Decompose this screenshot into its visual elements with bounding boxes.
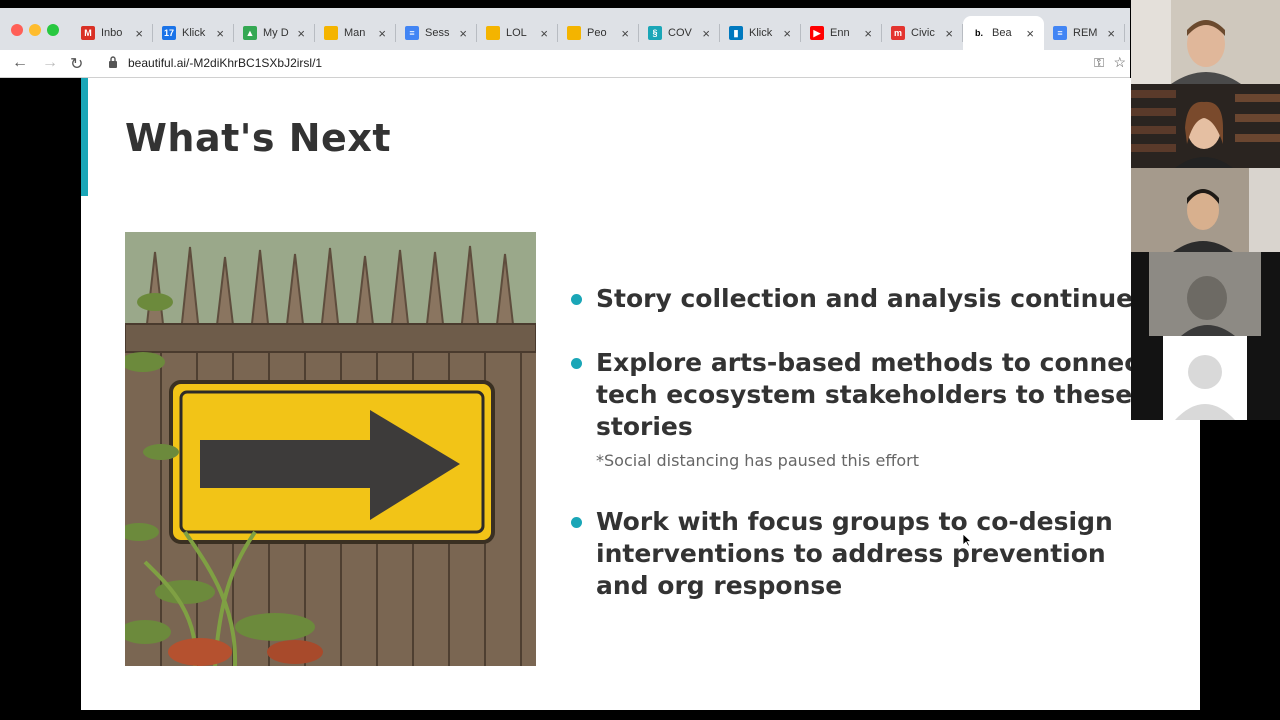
close-tab-icon[interactable]: × bbox=[1026, 26, 1034, 41]
bullet-text: Work with focus groups to co-design inte… bbox=[596, 507, 1113, 600]
bullet-text: Explore arts-based methods to connect te… bbox=[596, 348, 1151, 441]
slides-icon bbox=[324, 26, 338, 40]
close-tab-icon[interactable]: × bbox=[297, 26, 305, 41]
participant-avatar-placeholder[interactable] bbox=[1131, 336, 1280, 420]
lock-icon[interactable] bbox=[108, 56, 118, 71]
mouse-cursor-icon bbox=[962, 533, 973, 550]
arrow-sign-image bbox=[125, 232, 536, 666]
browser-tab[interactable]: 17 Klick × bbox=[153, 16, 234, 50]
tab-title: Peo bbox=[587, 27, 607, 39]
trello-icon: ▮ bbox=[729, 26, 743, 40]
close-tab-icon[interactable]: × bbox=[135, 26, 143, 41]
close-tab-icon[interactable]: × bbox=[621, 26, 629, 41]
bullet-item: Story collection and analysis continues bbox=[571, 283, 1151, 315]
close-tab-icon[interactable]: × bbox=[783, 26, 791, 41]
close-window-button[interactable] bbox=[11, 24, 23, 36]
browser-tab[interactable]: ▶ Enn × bbox=[801, 16, 882, 50]
maximize-window-button[interactable] bbox=[47, 24, 59, 36]
drive-icon: ▲ bbox=[243, 26, 257, 40]
browser-tab[interactable]: b. Bea × bbox=[963, 16, 1044, 50]
forward-arrow-icon[interactable]: → bbox=[42, 54, 58, 72]
participant-video[interactable] bbox=[1131, 84, 1280, 168]
bullet-dot-icon bbox=[571, 517, 582, 528]
bullet-footnote: *Social distancing has paused this effor… bbox=[596, 451, 919, 470]
browser-tab[interactable]: ▮ Klick × bbox=[720, 16, 801, 50]
bookmark-star-icon[interactable]: ☆ bbox=[1113, 54, 1126, 71]
close-tab-icon[interactable]: × bbox=[702, 26, 710, 41]
docs-icon: ≡ bbox=[405, 26, 419, 40]
address-bar: ← → ↻ beautiful.ai/-M2diKhrBC1SXbJ2irsl/… bbox=[0, 50, 1130, 78]
bullet-dot-icon bbox=[571, 358, 582, 369]
tab-title: My D bbox=[263, 27, 289, 39]
participant-video[interactable] bbox=[1131, 0, 1280, 84]
browser-tab[interactable]: Man × bbox=[315, 16, 396, 50]
close-tab-icon[interactable]: × bbox=[378, 26, 386, 41]
bullet-item: Explore arts-based methods to connect te… bbox=[571, 347, 1151, 443]
url-field[interactable]: beautiful.ai/-M2diKhrBC1SXbJ2irsl/1 bbox=[128, 56, 322, 70]
tab-title: Sess bbox=[425, 27, 450, 39]
tab-title: REM bbox=[1073, 27, 1098, 39]
browser-tab[interactable]: § COV × bbox=[639, 16, 720, 50]
miro-icon: m bbox=[891, 26, 905, 40]
youtube-icon: ▶ bbox=[810, 26, 824, 40]
reload-icon[interactable]: ↻ bbox=[70, 54, 83, 74]
tab-title: LOL bbox=[506, 27, 527, 39]
browser-tab[interactable]: M Inbo × bbox=[72, 16, 153, 50]
link-icon: § bbox=[648, 26, 662, 40]
close-tab-icon[interactable]: × bbox=[864, 26, 872, 41]
tab-title: Klick bbox=[182, 27, 206, 39]
bullet-list: Story collection and analysis continues … bbox=[571, 283, 1151, 602]
back-arrow-icon[interactable]: ← bbox=[12, 54, 28, 72]
key-icon[interactable]: ⚿ bbox=[1094, 55, 1104, 71]
tab-title: Bea bbox=[992, 27, 1012, 39]
tab-title: Civic bbox=[911, 27, 935, 39]
close-tab-icon[interactable]: × bbox=[945, 26, 953, 41]
gmail-icon: M bbox=[81, 26, 95, 40]
browser-tab[interactable]: Peo × bbox=[558, 16, 639, 50]
tab-title: COV bbox=[668, 27, 692, 39]
participant-video[interactable] bbox=[1131, 252, 1280, 336]
participant-video[interactable] bbox=[1131, 168, 1280, 252]
close-tab-icon[interactable]: × bbox=[540, 26, 548, 41]
browser-tab[interactable]: ▲ My D × bbox=[234, 16, 315, 50]
tab-title: Enn bbox=[830, 27, 850, 39]
docs-icon: ≡ bbox=[1053, 26, 1067, 40]
title-accent-bar bbox=[81, 78, 88, 196]
screen: M Inbo × 17 Klick × ▲ My D × Man × ≡ Sess × LOL × Peo × § C… bbox=[0, 0, 1280, 720]
calendar-icon: 17 bbox=[162, 26, 176, 40]
browser-tab[interactable]: m Civic × bbox=[882, 16, 963, 50]
close-tab-icon[interactable]: × bbox=[216, 26, 224, 41]
tab-title: Inbo bbox=[101, 27, 123, 39]
arrow-sign-photo bbox=[125, 232, 536, 666]
tab-title: Man bbox=[344, 27, 366, 39]
close-tab-icon[interactable]: × bbox=[1107, 26, 1115, 41]
slides-icon bbox=[486, 26, 500, 40]
presentation-slide: What's Next Story collection and analysi… bbox=[81, 78, 1200, 710]
slide-title: What's Next bbox=[125, 116, 392, 160]
bullet-text: Story collection and analysis continues bbox=[596, 284, 1149, 313]
browser-tabs: M Inbo × 17 Klick × ▲ My D × Man × ≡ Sess × LOL × Peo × § C… bbox=[72, 16, 1125, 50]
browser-tab-bar: M Inbo × 17 Klick × ▲ My D × Man × ≡ Sess × LOL × Peo × § C… bbox=[0, 8, 1130, 50]
video-participants-panel bbox=[1131, 0, 1280, 420]
minimize-window-button[interactable] bbox=[29, 24, 41, 36]
bullet-dot-icon bbox=[571, 294, 582, 305]
browser-tab[interactable]: ≡ Sess × bbox=[396, 16, 477, 50]
bullet-item: Work with focus groups to co-design inte… bbox=[571, 506, 1151, 602]
tab-title: Klick bbox=[749, 27, 773, 39]
close-tab-icon[interactable]: × bbox=[459, 26, 467, 41]
browser-tab[interactable]: ≡ REM × bbox=[1044, 16, 1125, 50]
beautiful-ai-icon: b. bbox=[972, 26, 986, 40]
browser-tab[interactable]: LOL × bbox=[477, 16, 558, 50]
slides-icon bbox=[567, 26, 581, 40]
